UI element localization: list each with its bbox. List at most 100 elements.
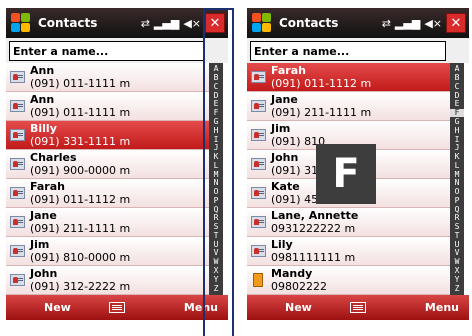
windows-start-icon[interactable]	[10, 12, 32, 34]
contact-text: Charles (091) 900-0000 m	[30, 151, 130, 177]
contact-text: Lane, Annette 0931222222 m	[271, 209, 358, 235]
index-letter-b[interactable]: B	[455, 74, 460, 82]
contact-phone: (091) 331-1111 m	[30, 135, 131, 148]
contact-text: Jim (091) 810-0000 m	[30, 238, 130, 264]
contact-name: Charles	[30, 151, 77, 164]
contact-card-icon	[10, 274, 25, 286]
contact-phone: (091) 011-1112 m	[30, 193, 131, 206]
contact-name: Jim	[30, 238, 50, 251]
index-letter-c[interactable]: C	[455, 82, 460, 91]
index-letter-p[interactable]: P	[455, 196, 460, 205]
contact-card-icon	[10, 100, 25, 112]
contact-row[interactable]: Farah (091) 011-1112 m	[247, 63, 450, 92]
contact-name: Lily	[271, 238, 293, 251]
index-letter-g[interactable]: G	[455, 117, 460, 126]
app-title: Contacts	[38, 16, 98, 30]
contact-list: Ann (091) 011-1111 m Ann (091) 011-1111 m Bi…	[6, 63, 209, 295]
contact-text: Billy (091) 331-1111 m	[30, 122, 130, 148]
contact-text: Jane (091) 211-1111 m	[271, 93, 371, 119]
contact-card-icon	[10, 158, 25, 170]
index-letter-h[interactable]: H	[455, 126, 460, 135]
contact-name: Farah	[271, 64, 306, 77]
contact-card-icon	[251, 71, 266, 83]
contact-row[interactable]: Farah (091) 011-1112 m	[6, 179, 209, 208]
document-icon	[253, 273, 263, 287]
title-bar: Contacts ⇄ ▂▄▆ ◀× ✕	[6, 8, 228, 38]
index-letter-x[interactable]: X	[455, 266, 460, 275]
signal-icon[interactable]: ▂▄▆	[154, 17, 179, 30]
contact-text: Farah (091) 011-1112 m	[30, 180, 130, 206]
sync-icon[interactable]: ⇄	[141, 17, 150, 30]
close-button[interactable]: ✕	[446, 13, 466, 33]
contact-row[interactable]: Ann (091) 011-1111 m	[6, 63, 209, 92]
contact-row[interactable]: Billy (091) 331-1111 m	[6, 121, 209, 150]
search-input[interactable]: Enter a name...	[250, 41, 446, 61]
contact-phone: (091) 011-1111 m	[30, 77, 131, 90]
sync-icon[interactable]: ⇄	[382, 17, 391, 30]
index-letter-z[interactable]: Z	[455, 284, 460, 293]
contact-name: Billy	[30, 122, 57, 135]
contact-phone: 09802222	[271, 280, 327, 293]
contact-row[interactable]: Charles (091) 900-0000 m	[6, 150, 209, 179]
index-letter-f[interactable]: F	[450, 109, 464, 118]
contact-phone: (091) 312-2222 m	[30, 280, 131, 293]
contact-card-icon	[251, 158, 266, 170]
contacts-area: Ann (091) 011-1111 m Ann (091) 011-1111 m Bi…	[6, 63, 228, 295]
contact-card-icon	[10, 216, 25, 228]
softkey-new[interactable]: New	[285, 301, 312, 314]
index-letter-s[interactable]: S	[455, 223, 460, 231]
contact-card-icon	[10, 187, 25, 199]
softkey-new[interactable]: New	[44, 301, 71, 314]
softkey-bar: New Menu	[6, 295, 228, 320]
contact-name: Ann	[30, 64, 55, 77]
alphabet-index-bar[interactable]: ABCDEFGHIJKLMNOPQRSTUVWXYZ	[450, 63, 464, 295]
contact-row[interactable]: Lane, Annette 0931222222 m	[247, 208, 450, 237]
softkey-bar: New Menu	[247, 295, 469, 320]
index-letter-t[interactable]: T	[455, 231, 460, 240]
contact-phone: (091) 011-1111 m	[30, 106, 131, 119]
contact-row[interactable]: Jane (091) 211-1111 m	[247, 92, 450, 121]
contacts-area: Farah (091) 011-1112 m Jane (091) 211-1111 …	[247, 63, 469, 295]
windows-start-icon[interactable]	[251, 12, 273, 34]
contact-card-icon	[251, 187, 266, 199]
contact-card-icon	[10, 71, 25, 83]
contact-card-icon	[251, 100, 266, 112]
contact-card-icon	[251, 216, 266, 228]
contact-text: Ann (091) 011-1111 m	[30, 64, 130, 90]
index-bar-callout	[203, 8, 234, 336]
volume-icon[interactable]: ◀×	[424, 17, 442, 30]
contact-row[interactable]: Jim (091) 810-0000 m	[6, 237, 209, 266]
index-letter-y[interactable]: Y	[455, 275, 460, 284]
contact-name: Ann	[30, 93, 55, 106]
contact-row[interactable]: Ann (091) 011-1111 m	[6, 92, 209, 121]
contacts-screen-left: Contacts ⇄ ▂▄▆ ◀× ✕ Enter a name... Ann (091) 0…	[6, 8, 228, 320]
contact-row[interactable]: John (091) 312-2222 m	[6, 266, 209, 295]
status-icons: ⇄ ▂▄▆ ◀×	[141, 17, 201, 30]
search-row: Enter a name...	[247, 38, 469, 63]
search-row: Enter a name...	[6, 38, 228, 63]
keyboard-icon[interactable]	[350, 302, 366, 313]
softkey-menu[interactable]: Menu	[425, 301, 459, 314]
search-input[interactable]: Enter a name...	[9, 41, 205, 61]
status-icons: ⇄ ▂▄▆ ◀×	[382, 17, 442, 30]
contact-name: Jane	[30, 209, 57, 222]
signal-icon[interactable]: ▂▄▆	[395, 17, 420, 30]
index-letter-l[interactable]: L	[455, 161, 460, 170]
index-letter-k[interactable]: K	[455, 153, 460, 161]
volume-icon[interactable]: ◀×	[183, 17, 201, 30]
index-letter-o[interactable]: O	[455, 188, 460, 196]
contact-text: Mandy 09802222	[271, 267, 327, 293]
contact-row[interactable]: Jane (091) 211-1111 m	[6, 208, 209, 237]
contact-row[interactable]: Lily 0981111111 m	[247, 237, 450, 266]
contact-phone: 0981111111 m	[271, 251, 356, 264]
contact-text: Jane (091) 211-1111 m	[30, 209, 130, 235]
contact-card-icon	[10, 129, 25, 141]
contact-name: Lane, Annette	[271, 209, 359, 222]
contact-text: John (091) 312-2222 m	[30, 267, 130, 293]
keyboard-icon[interactable]	[109, 302, 125, 313]
contact-phone: (091) 011-1112 m	[271, 77, 372, 90]
title-bar: Contacts ⇄ ▂▄▆ ◀× ✕	[247, 8, 469, 38]
contact-name: John	[30, 267, 58, 280]
contact-row[interactable]: Mandy 09802222	[247, 266, 450, 295]
contact-name: Jane	[271, 93, 298, 106]
